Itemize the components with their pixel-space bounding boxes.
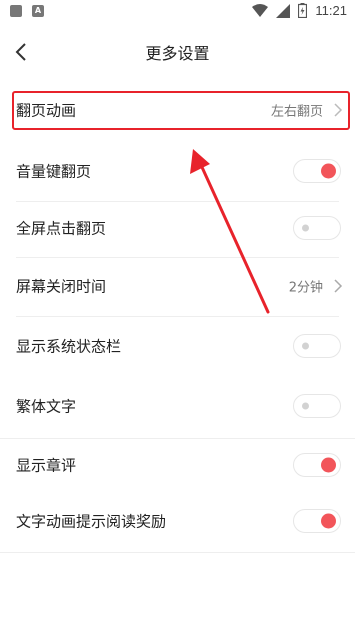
setting-label: 全屏点击翻页 [16,219,107,238]
a-box-icon: A [32,5,44,17]
image-icon [10,5,22,17]
toggle-knob [302,224,309,232]
setting-traditional-chinese: 繁体文字 [0,377,355,435]
toggle-switch[interactable] [293,509,341,533]
setting-fullscreen-tap-page: 全屏点击翻页 [0,199,355,257]
annotation-highlight-box [12,91,350,130]
toggle-switch[interactable] [293,216,341,240]
signal-icon [276,3,291,18]
setting-screen-off-time[interactable]: 屏幕关闭时间 2分钟 [0,257,355,315]
status-bar: A 11:21 [0,0,355,24]
toggle-switch[interactable] [293,334,341,358]
divider [0,552,355,553]
setting-value: 2分钟 [288,280,323,296]
setting-label: 音量键翻页 [16,162,92,181]
setting-label: 屏幕关闭时间 [16,277,107,296]
status-time: 11:21 [315,3,347,18]
battery-icon [298,3,308,18]
setting-text-animation-reading-reward: 文字动画提示阅读奖励 [0,492,355,550]
setting-label: 繁体文字 [16,397,77,416]
toggle-switch[interactable] [293,453,341,477]
toggle-switch[interactable] [293,394,341,418]
setting-show-system-status-bar: 显示系统状态栏 [0,317,355,375]
toggle-knob [321,163,336,179]
wifi-icon [252,3,269,17]
toggle-knob [302,342,309,350]
toggle-knob [321,513,336,529]
chevron-right-icon [334,279,343,293]
toggle-switch[interactable] [293,159,341,183]
page-title: 更多设置 [145,44,210,63]
toggle-knob [321,457,336,473]
setting-show-chapter-comments: 显示章评 [0,436,355,494]
setting-label: 显示章评 [16,456,77,475]
toggle-knob [302,402,309,410]
setting-volume-key-page: 音量键翻页 [0,142,355,200]
header: 更多设置 [0,28,355,76]
setting-label: 显示系统状态栏 [16,337,122,356]
setting-label: 文字动画提示阅读奖励 [16,512,167,531]
